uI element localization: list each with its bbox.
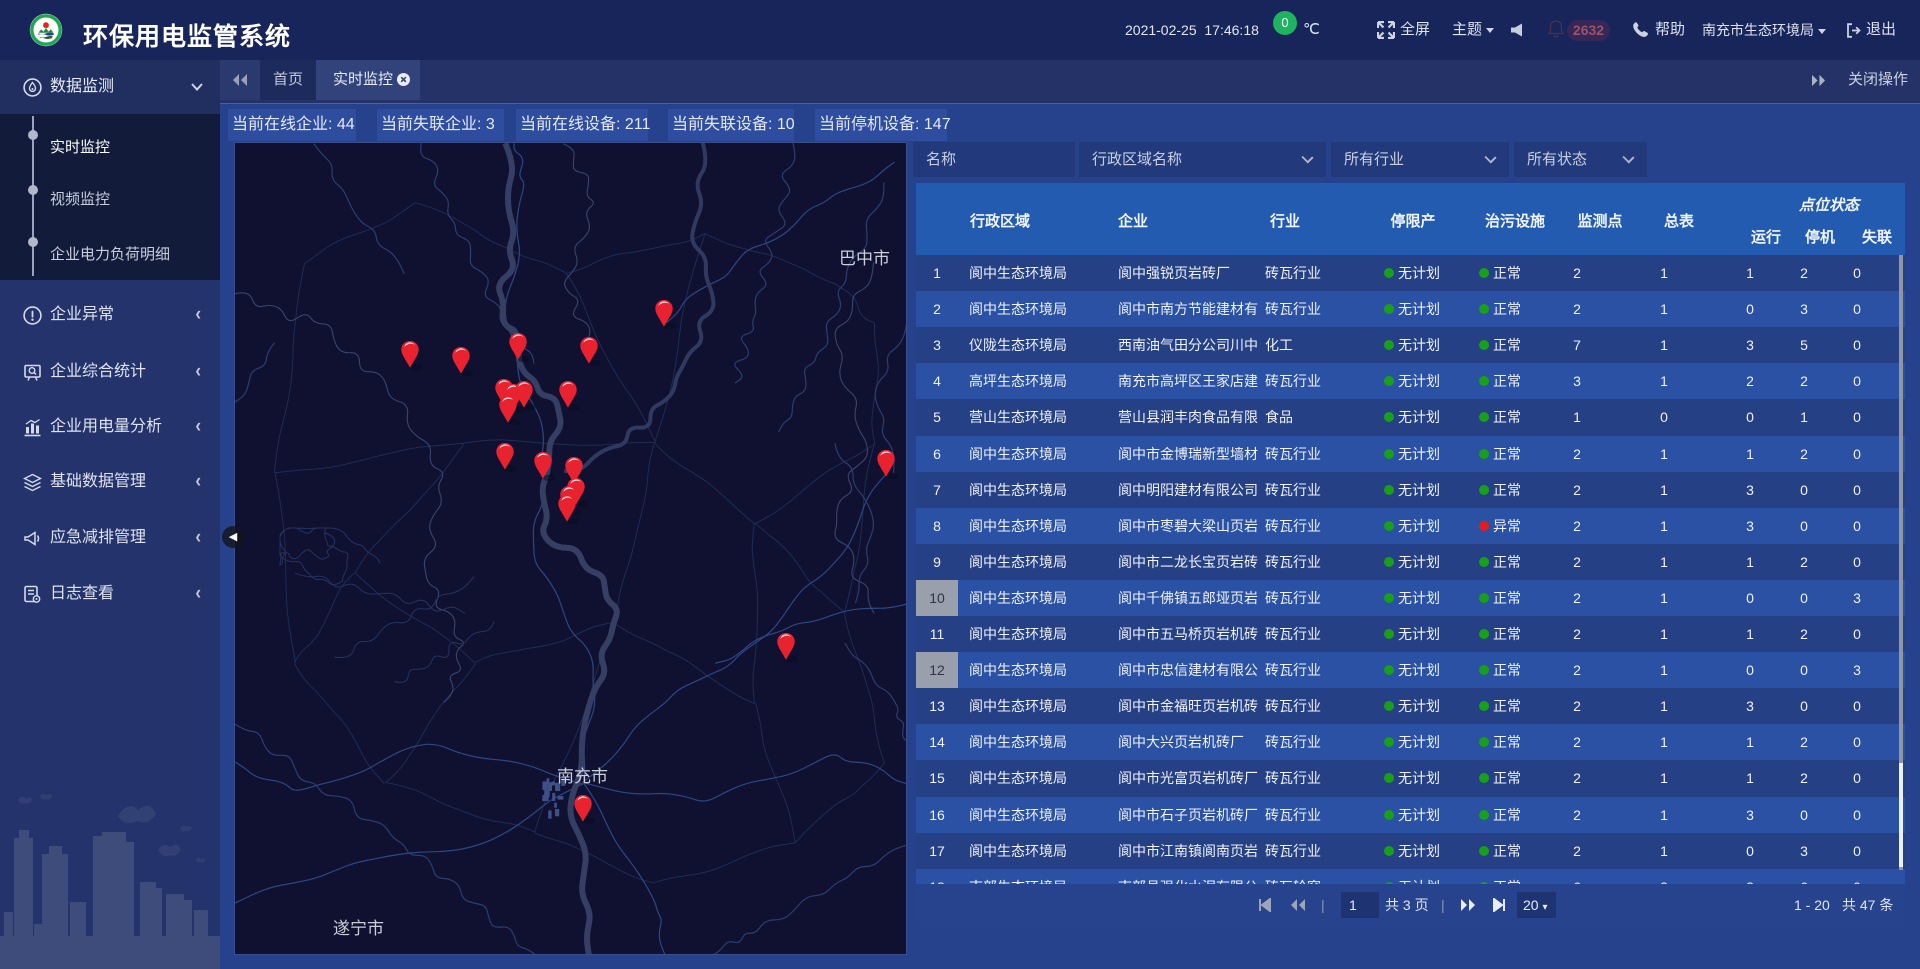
svg-text:遂宁市: 遂宁市 xyxy=(333,919,384,938)
svg-text:南充市: 南充市 xyxy=(557,767,608,786)
svg-text:巴中市: 巴中市 xyxy=(839,249,890,268)
